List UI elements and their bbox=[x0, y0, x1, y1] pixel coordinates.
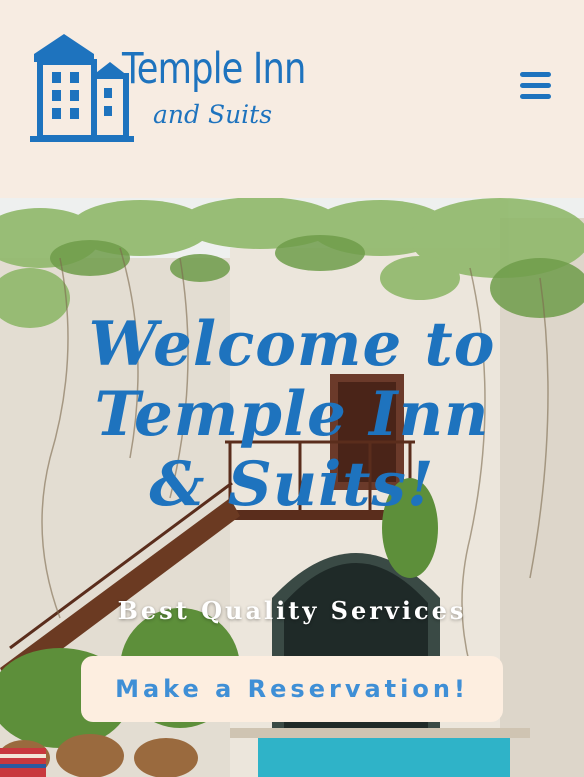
logo-title: Temple Inn bbox=[122, 44, 306, 94]
make-reservation-button[interactable]: Make a Reservation! bbox=[81, 656, 503, 722]
logo-subtitle: and Suits bbox=[153, 100, 273, 129]
hero-title: Welcome to Temple Inn & Suits! bbox=[88, 309, 496, 520]
building-icon bbox=[30, 34, 134, 142]
site-logo[interactable]: Temple Inn and Suits bbox=[30, 32, 320, 144]
hero-subtitle: Best Quality Services bbox=[117, 596, 467, 625]
hero-section: Welcome to Temple Inn & Suits! Best Qual… bbox=[0, 198, 584, 777]
hamburger-menu-icon[interactable] bbox=[518, 70, 554, 102]
site-header: Temple Inn and Suits bbox=[0, 0, 584, 198]
